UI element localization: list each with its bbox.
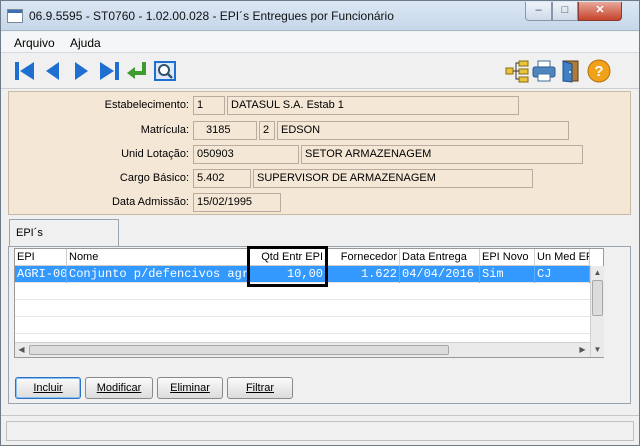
goto-icon[interactable] bbox=[124, 58, 150, 84]
column-header-epi[interactable]: EPI bbox=[15, 249, 67, 266]
last-icon[interactable] bbox=[96, 58, 122, 84]
cargo-basico-name-field: SUPERVISOR DE ARMAZENAGEM bbox=[253, 169, 533, 188]
column-header-data-entrega[interactable]: Data Entrega bbox=[400, 249, 480, 266]
column-header-fornecedor[interactable]: Fornecedor bbox=[326, 249, 400, 266]
matricula-label: Matrícula: bbox=[140, 124, 189, 136]
cell-data-entrega: 04/04/2016 bbox=[400, 266, 480, 283]
scroll-left-icon[interactable]: ◀ bbox=[15, 343, 28, 357]
empty-row bbox=[15, 317, 590, 334]
window-title: 06.9.5595 - ST0760 - 1.02.00.028 - EPI´s… bbox=[29, 9, 394, 23]
scroll-thumb-horizontal[interactable] bbox=[29, 345, 449, 355]
column-header-qtd-entr-epi[interactable]: Qtd Entr EPI bbox=[248, 249, 326, 266]
modificar-button[interactable]: Modificar bbox=[85, 377, 153, 399]
first-icon[interactable] bbox=[12, 58, 38, 84]
eliminar-button[interactable]: Eliminar bbox=[157, 377, 223, 399]
cell-epi-novo: Sim bbox=[480, 266, 535, 283]
cargo-basico-code-field: 5.402 bbox=[193, 169, 251, 188]
previous-icon[interactable] bbox=[40, 58, 66, 84]
status-message bbox=[6, 421, 634, 441]
menu-arquivo[interactable]: Arquivo bbox=[14, 36, 55, 50]
next-icon[interactable] bbox=[68, 58, 94, 84]
cell-fornecedor: 1.622 bbox=[326, 266, 400, 283]
cell-un-med-epi: CJ bbox=[535, 266, 590, 283]
data-admissao-field: 15/02/1995 bbox=[193, 193, 281, 212]
estabelecimento-code-field[interactable]: 1 bbox=[193, 96, 225, 115]
cell-epi: AGRI-00 bbox=[17, 266, 67, 283]
cargo-basico-label: Cargo Básico: bbox=[119, 172, 189, 184]
print-icon[interactable] bbox=[531, 58, 557, 84]
unid-lotacao-name-field: SETOR ARMAZENAGEM bbox=[301, 145, 583, 164]
app-icon bbox=[7, 9, 23, 23]
scroll-thumb[interactable] bbox=[592, 280, 603, 316]
incluir-button[interactable]: Incluir bbox=[15, 377, 81, 399]
empty-row bbox=[15, 283, 590, 300]
help-icon[interactable]: ? bbox=[586, 58, 612, 84]
empty-row bbox=[15, 300, 590, 317]
status-bar bbox=[1, 415, 639, 445]
column-header-epi-novo[interactable]: EPI Novo bbox=[480, 249, 535, 266]
estabelecimento-label: Estabelecimento: bbox=[104, 99, 189, 111]
filtrar-button[interactable]: Filtrar bbox=[227, 377, 293, 399]
tab-epis-label: EPI´s bbox=[16, 227, 43, 239]
column-header-un-med-epi[interactable]: Un Med EPI bbox=[535, 249, 590, 266]
menu-bar: Arquivo Ajuda bbox=[1, 32, 639, 53]
unid-lotacao-label: Unid Lotação: bbox=[121, 148, 189, 160]
epi-grid: EPI Nome Qtd Entr EPI Fornecedor Data En… bbox=[14, 248, 604, 358]
cell-qtd-entr-epi: 10,00 bbox=[248, 266, 326, 283]
data-admissao-label: Data Admissão: bbox=[111, 196, 189, 208]
tab-epis[interactable]: EPI´s bbox=[9, 219, 119, 247]
title-bar[interactable]: 06.9.5595 - ST0760 - 1.02.00.028 - EPI´s… bbox=[1, 1, 639, 31]
close-button[interactable]: ✕ bbox=[578, 2, 622, 21]
search-icon[interactable] bbox=[152, 58, 178, 84]
cell-nome: Conjunto p/defencivos agricola bbox=[67, 266, 248, 283]
scroll-right-icon[interactable]: ▶ bbox=[576, 343, 589, 357]
matricula-digit-field: 2 bbox=[259, 121, 275, 140]
exit-icon[interactable] bbox=[558, 58, 584, 84]
table-row[interactable]: AGRI-00 Conjunto p/defencivos agricola 1… bbox=[15, 266, 590, 283]
scroll-down-icon[interactable]: ▼ bbox=[591, 343, 604, 356]
svg-text:?: ? bbox=[594, 63, 603, 80]
matricula-number-field[interactable]: 3185 bbox=[193, 121, 257, 140]
maximize-button[interactable]: □ bbox=[552, 2, 578, 21]
application-window: 06.9.5595 - ST0760 - 1.02.00.028 - EPI´s… bbox=[0, 0, 640, 446]
horizontal-scrollbar[interactable]: ◀ ▶ bbox=[15, 342, 590, 357]
unid-lotacao-code-field: 050903 bbox=[193, 145, 299, 164]
column-header-nome[interactable]: Nome bbox=[67, 249, 248, 266]
estabelecimento-name-field: DATASUL S.A. Estab 1 bbox=[227, 96, 519, 115]
tree-icon[interactable] bbox=[504, 58, 530, 84]
matricula-name-field: EDSON bbox=[277, 121, 569, 140]
scroll-up-icon[interactable]: ▲ bbox=[591, 266, 604, 279]
vertical-scrollbar[interactable]: ▲ ▼ bbox=[590, 266, 604, 357]
toolbar: ? bbox=[1, 53, 639, 89]
menu-ajuda[interactable]: Ajuda bbox=[70, 36, 101, 50]
minimize-button[interactable]: – bbox=[525, 2, 552, 21]
